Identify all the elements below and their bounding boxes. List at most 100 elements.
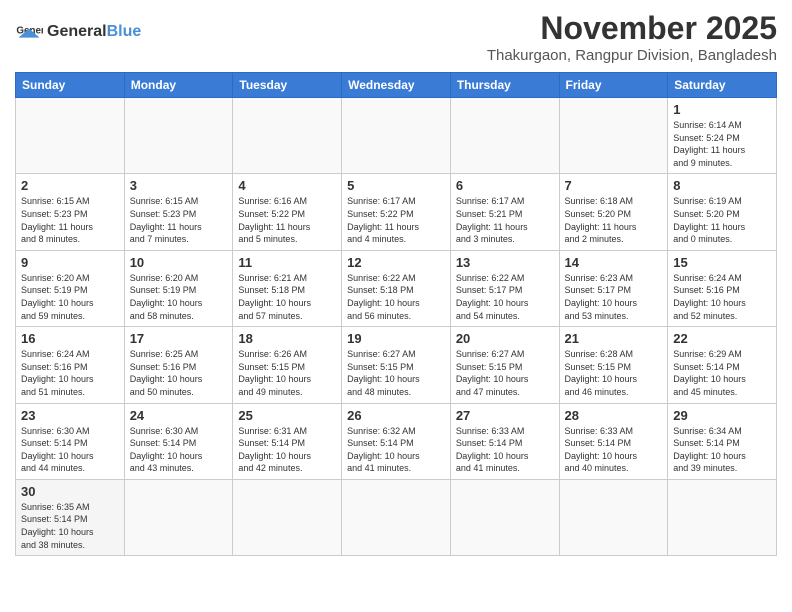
calendar-cell: 7 Sunrise: 6:18 AM Sunset: 5:20 PM Daylig…	[559, 174, 668, 250]
calendar-cell: 9 Sunrise: 6:20 AM Sunset: 5:19 PM Daylig…	[16, 250, 125, 326]
page-header: General GeneralBlue November 2025 Thakur…	[15, 10, 777, 64]
day-info: Sunrise: 6:24 AM Sunset: 5:16 PM Dayligh…	[673, 272, 771, 322]
calendar-cell: 8Sunrise: 6:19 AM Sunset: 5:20 PM Daylig…	[668, 174, 777, 250]
day-info: Sunrise: 6:23 AM Sunset: 5:17 PM Dayligh…	[565, 272, 663, 322]
calendar-cell	[124, 98, 233, 174]
calendar-cell	[342, 479, 451, 555]
day-number: 19	[347, 331, 445, 346]
calendar-cell: 15 Sunrise: 6:24 AM Sunset: 5:16 PM Dayli…	[668, 250, 777, 326]
calendar-cell: 1Sunrise: 6:14 AM Sunset: 5:24 PM Daylig…	[668, 98, 777, 174]
calendar-week-4: 16 Sunrise: 6:24 AM Sunset: 5:16 PM Dayli…	[16, 327, 777, 403]
calendar-cell: 22 Sunrise: 6:29 AM Sunset: 5:14 PM Dayli…	[668, 327, 777, 403]
day-number: 13	[456, 255, 554, 270]
day-number: 21	[565, 331, 663, 346]
day-number: 22	[673, 331, 771, 346]
logo: General GeneralBlue	[15, 18, 141, 46]
calendar-cell: 26Sunrise: 6:32 AM Sunset: 5:14 PM Dayli…	[342, 403, 451, 479]
calendar-cell: 18 Sunrise: 6:26 AM Sunset: 5:15 PM Dayli…	[233, 327, 342, 403]
day-number: 18	[238, 331, 336, 346]
calendar-week-1: 1Sunrise: 6:14 AM Sunset: 5:24 PM Daylig…	[16, 98, 777, 174]
weekday-header-thursday: Thursday	[450, 73, 559, 98]
calendar-cell	[668, 479, 777, 555]
weekday-header-sunday: Sunday	[16, 73, 125, 98]
calendar-cell: 24Sunrise: 6:30 AM Sunset: 5:14 PM Dayli…	[124, 403, 233, 479]
day-number: 7	[565, 178, 663, 193]
calendar-cell: 2Sunrise: 6:15 AM Sunset: 5:23 PM Daylig…	[16, 174, 125, 250]
calendar-cell: 23 Sunrise: 6:30 AM Sunset: 5:14 PM Dayli…	[16, 403, 125, 479]
day-number: 26	[347, 408, 445, 423]
calendar-cell: 12Sunrise: 6:22 AM Sunset: 5:18 PM Dayli…	[342, 250, 451, 326]
day-number: 2	[21, 178, 119, 193]
day-number: 28	[565, 408, 663, 423]
logo-general: General	[47, 23, 107, 40]
calendar-cell: 21 Sunrise: 6:28 AM Sunset: 5:15 PM Dayli…	[559, 327, 668, 403]
calendar-cell	[233, 98, 342, 174]
day-info: Sunrise: 6:30 AM Sunset: 5:14 PM Dayligh…	[130, 425, 228, 475]
day-info: Sunrise: 6:28 AM Sunset: 5:15 PM Dayligh…	[565, 348, 663, 398]
day-number: 15	[673, 255, 771, 270]
calendar-cell	[124, 479, 233, 555]
calendar-cell: 19Sunrise: 6:27 AM Sunset: 5:15 PM Dayli…	[342, 327, 451, 403]
calendar-cell	[559, 98, 668, 174]
day-number: 6	[456, 178, 554, 193]
day-number: 23	[21, 408, 119, 423]
day-number: 9	[21, 255, 119, 270]
weekday-header-wednesday: Wednesday	[342, 73, 451, 98]
day-number: 25	[238, 408, 336, 423]
day-number: 1	[673, 102, 771, 117]
logo-icon: General	[15, 18, 43, 46]
calendar-cell: 3Sunrise: 6:15 AM Sunset: 5:23 PM Daylig…	[124, 174, 233, 250]
month-title: November 2025	[487, 10, 777, 47]
day-info: Sunrise: 6:34 AM Sunset: 5:14 PM Dayligh…	[673, 425, 771, 475]
day-number: 20	[456, 331, 554, 346]
calendar-cell: 30Sunrise: 6:35 AM Sunset: 5:14 PM Dayli…	[16, 479, 125, 555]
logo-blue: Blue	[107, 23, 142, 40]
weekday-header-tuesday: Tuesday	[233, 73, 342, 98]
weekday-header-friday: Friday	[559, 73, 668, 98]
day-number: 30	[21, 484, 119, 499]
day-number: 4	[238, 178, 336, 193]
calendar-cell: 11Sunrise: 6:21 AM Sunset: 5:18 PM Dayli…	[233, 250, 342, 326]
day-info: Sunrise: 6:27 AM Sunset: 5:15 PM Dayligh…	[456, 348, 554, 398]
calendar-cell: 16 Sunrise: 6:24 AM Sunset: 5:16 PM Dayli…	[16, 327, 125, 403]
day-info: Sunrise: 6:24 AM Sunset: 5:16 PM Dayligh…	[21, 348, 119, 398]
calendar-cell	[342, 98, 451, 174]
calendar-cell: 25 Sunrise: 6:31 AM Sunset: 5:14 PM Dayli…	[233, 403, 342, 479]
calendar-cell: 27Sunrise: 6:33 AM Sunset: 5:14 PM Dayli…	[450, 403, 559, 479]
day-info: Sunrise: 6:15 AM Sunset: 5:23 PM Dayligh…	[130, 195, 228, 245]
calendar-week-6: 30Sunrise: 6:35 AM Sunset: 5:14 PM Dayli…	[16, 479, 777, 555]
day-number: 16	[21, 331, 119, 346]
day-number: 10	[130, 255, 228, 270]
calendar-table: SundayMondayTuesdayWednesdayThursdayFrid…	[15, 72, 777, 556]
calendar-cell: 6Sunrise: 6:17 AM Sunset: 5:21 PM Daylig…	[450, 174, 559, 250]
day-info: Sunrise: 6:25 AM Sunset: 5:16 PM Dayligh…	[130, 348, 228, 398]
day-number: 5	[347, 178, 445, 193]
day-info: Sunrise: 6:31 AM Sunset: 5:14 PM Dayligh…	[238, 425, 336, 475]
calendar-cell: 17 Sunrise: 6:25 AM Sunset: 5:16 PM Dayli…	[124, 327, 233, 403]
day-info: Sunrise: 6:18 AM Sunset: 5:20 PM Dayligh…	[565, 195, 663, 245]
day-number: 27	[456, 408, 554, 423]
weekday-header-row: SundayMondayTuesdayWednesdayThursdayFrid…	[16, 73, 777, 98]
calendar-cell	[450, 479, 559, 555]
calendar-cell: 13 Sunrise: 6:22 AM Sunset: 5:17 PM Dayli…	[450, 250, 559, 326]
calendar-week-2: 2 Sunrise: 6:15 AM Sunset: 5:23 PM Daylig…	[16, 174, 777, 250]
calendar-cell: 10Sunrise: 6:20 AM Sunset: 5:19 PM Dayli…	[124, 250, 233, 326]
weekday-header-monday: Monday	[124, 73, 233, 98]
day-info: Sunrise: 6:16 AM Sunset: 5:22 PM Dayligh…	[238, 195, 336, 245]
day-number: 14	[565, 255, 663, 270]
day-number: 8	[673, 178, 771, 193]
day-number: 29	[673, 408, 771, 423]
calendar-cell	[233, 479, 342, 555]
day-info: Sunrise: 6:22 AM Sunset: 5:17 PM Dayligh…	[456, 272, 554, 322]
calendar-cell	[450, 98, 559, 174]
calendar-cell	[559, 479, 668, 555]
day-info: Sunrise: 6:26 AM Sunset: 5:15 PM Dayligh…	[238, 348, 336, 398]
day-info: Sunrise: 6:20 AM Sunset: 5:19 PM Dayligh…	[21, 272, 119, 322]
day-info: Sunrise: 6:29 AM Sunset: 5:14 PM Dayligh…	[673, 348, 771, 398]
day-number: 17	[130, 331, 228, 346]
day-number: 12	[347, 255, 445, 270]
calendar-cell	[16, 98, 125, 174]
day-info: Sunrise: 6:17 AM Sunset: 5:22 PM Dayligh…	[347, 195, 445, 245]
calendar-cell: 20 Sunrise: 6:27 AM Sunset: 5:15 PM Dayli…	[450, 327, 559, 403]
day-info: Sunrise: 6:30 AM Sunset: 5:14 PM Dayligh…	[21, 425, 119, 475]
